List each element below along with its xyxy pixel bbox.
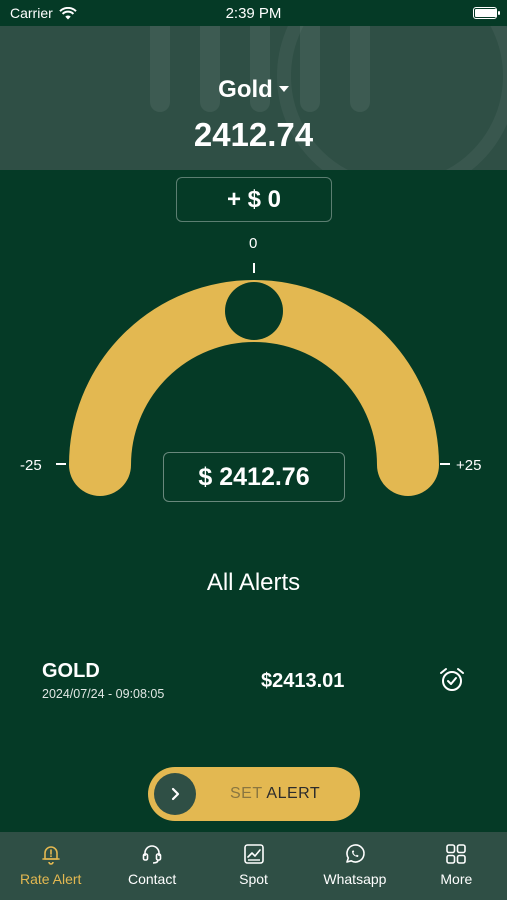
tab-label: Spot (239, 871, 268, 887)
scale-max-label: +25 (456, 457, 482, 474)
target-price-display: $ 2412.76 (163, 452, 345, 502)
alert-price: $2413.01 (261, 670, 345, 692)
tab-label: More (440, 871, 473, 887)
caret-down-icon (278, 85, 289, 92)
scale-top-label: 0 (249, 235, 258, 252)
gauge-knob[interactable] (225, 282, 283, 340)
metal-name: Gold (218, 76, 273, 103)
tab-bar: Rate Alert Contact Spot Whatsapp More (0, 832, 507, 900)
chevron-right-icon (171, 787, 180, 801)
set-alert-button[interactable]: SET ALERT (148, 767, 360, 821)
tab-more[interactable]: More (406, 832, 507, 900)
tab-label: Whatsapp (323, 871, 387, 887)
metal-price: 2412.74 (193, 116, 314, 153)
chart-frame-icon (243, 844, 264, 864)
set-alert-label: SET ALERT (230, 785, 321, 802)
price-header: Gold 2412.74 (0, 26, 507, 170)
slide-knob[interactable] (154, 773, 196, 815)
alert-list-item[interactable]: GOLD 2024/07/24 - 09:08:05 $2413.01 (0, 650, 507, 710)
tab-contact[interactable]: Contact (101, 832, 202, 900)
alert-name: GOLD (42, 660, 100, 682)
tab-spot[interactable]: Spot (203, 832, 304, 900)
alarm-check-icon[interactable] (438, 666, 466, 694)
headset-icon (142, 845, 162, 864)
status-bar: Carrier 2:39 PM (0, 0, 507, 26)
battery-icon (473, 7, 500, 19)
tab-whatsapp[interactable]: Whatsapp (304, 832, 405, 900)
bell-alert-icon (41, 846, 60, 865)
tab-rate-alert[interactable]: Rate Alert (0, 832, 101, 900)
scale-min-label: -25 (20, 457, 42, 474)
price-delta-display: + $ 0 (176, 177, 332, 222)
alert-datetime: 2024/07/24 - 09:08:05 (42, 687, 165, 701)
alerts-title: All Alerts (206, 569, 301, 596)
status-time: 2:39 PM (225, 4, 282, 22)
grid-icon (446, 844, 467, 864)
metal-selector[interactable]: Gold (0, 76, 507, 104)
tab-label: Rate Alert (19, 871, 82, 887)
tab-label: Contact (127, 871, 177, 887)
whatsapp-icon (346, 844, 365, 863)
